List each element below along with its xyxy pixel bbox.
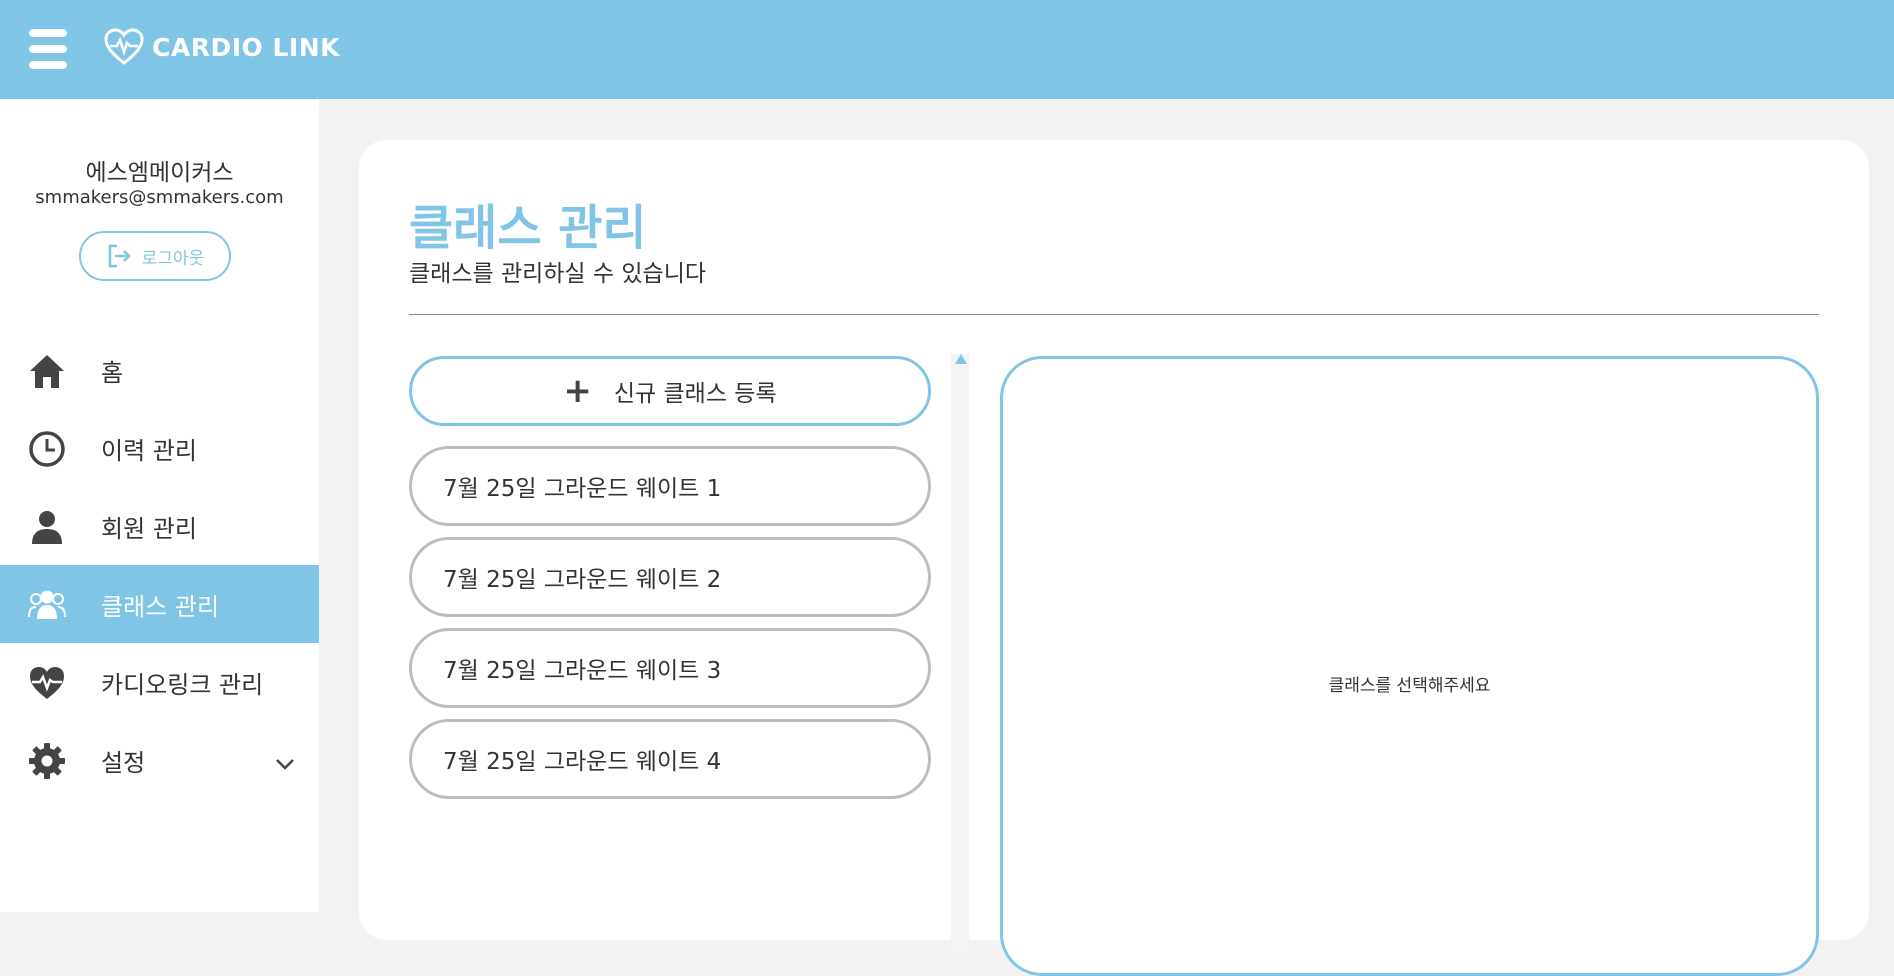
user-email: smmakers@smmakers.com: [35, 187, 284, 208]
sidebar-item-label: 설정: [101, 749, 146, 777]
class-list-item[interactable]: 7월 25일 그라운드 웨이트 1: [409, 446, 931, 526]
main-card: 클래스 관리 클래스를 관리하실 수 있습니다 + 신규 클래스 등록 7월 2…: [359, 140, 1869, 976]
logout-button[interactable]: 로그아웃: [79, 231, 231, 281]
sidebar-item-classes[interactable]: 클래스 관리: [0, 565, 319, 643]
group-icon: [27, 585, 67, 625]
sidebar-item-history[interactable]: 이력 관리: [0, 409, 319, 487]
top-bar: CARDIO LINK: [0, 0, 1894, 99]
menu-icon[interactable]: [29, 29, 67, 69]
page-title: 클래스 관리: [409, 200, 647, 256]
clock-icon: [27, 429, 67, 469]
sidebar-item-cardiolink[interactable]: 카디오링크 관리: [0, 643, 319, 721]
plus-icon: +: [563, 371, 592, 411]
class-list-item[interactable]: 7월 25일 그라운드 웨이트 2: [409, 537, 931, 617]
page-subtitle: 클래스를 관리하실 수 있습니다: [409, 261, 707, 287]
add-class-button[interactable]: + 신규 클래스 등록: [409, 356, 931, 426]
brand-name: CARDIO LINK: [152, 32, 340, 62]
class-list: 7월 25일 그라운드 웨이트 1 7월 25일 그라운드 웨이트 2 7월 2…: [409, 446, 931, 810]
user-icon: [27, 507, 67, 547]
gear-icon: [27, 741, 67, 781]
sidebar-item-members[interactable]: 회원 관리: [0, 487, 319, 565]
sidebar-nav: 홈 이력 관리 회원 관리 클래스 관리 카디오링크 관리 설정: [0, 331, 319, 799]
class-list-item[interactable]: 7월 25일 그라운드 웨이트 3: [409, 628, 931, 708]
empty-detail-message: 클래스를 선택해주세요: [1328, 676, 1491, 696]
sidebar-item-home[interactable]: 홈: [0, 331, 319, 409]
heart-logo-icon: [104, 28, 144, 65]
scroll-up-arrow-icon[interactable]: [955, 354, 967, 364]
class-detail-panel: 클래스를 선택해주세요: [1000, 356, 1819, 976]
heart-pulse-icon: [27, 663, 67, 703]
class-list-item[interactable]: 7월 25일 그라운드 웨이트 4: [409, 719, 931, 799]
sidebar-item-label: 클래스 관리: [101, 593, 220, 621]
brand-logo: CARDIO LINK: [104, 28, 340, 66]
sidebar: 에스엠메이커스 smmakers@smmakers.com 로그아웃 홈 이력 …: [0, 99, 319, 912]
sidebar-item-label: 회원 관리: [101, 515, 197, 543]
sidebar-item-settings[interactable]: 설정: [0, 721, 319, 799]
home-icon: [27, 351, 67, 391]
add-class-label: 신규 클래스 등록: [613, 381, 777, 407]
divider: [409, 314, 1819, 315]
user-name: 에스엠메이커스: [85, 160, 234, 186]
logout-icon: [108, 244, 131, 268]
sidebar-item-label: 홈: [101, 359, 124, 387]
chevron-down-icon[interactable]: [275, 749, 295, 777]
logout-label: 로그아웃: [141, 248, 205, 269]
class-list-scrollbar[interactable]: [951, 354, 969, 954]
sidebar-item-label: 이력 관리: [101, 437, 197, 465]
sidebar-item-label: 카디오링크 관리: [101, 671, 264, 699]
